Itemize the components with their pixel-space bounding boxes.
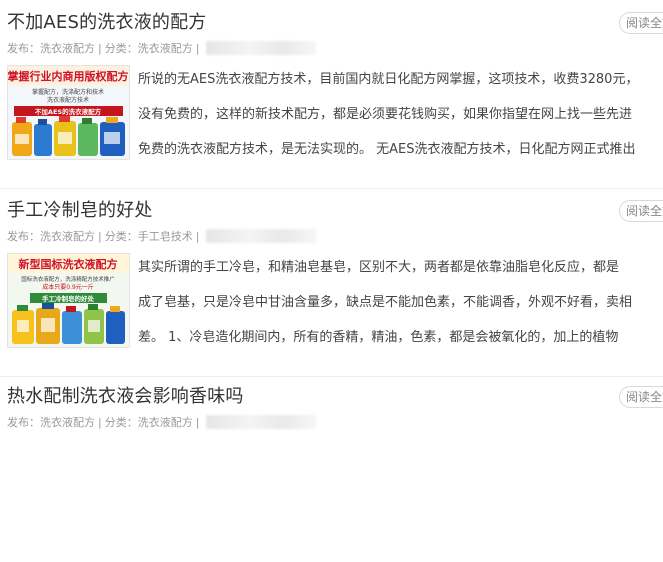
read-all-button[interactable]: 阅读全文 xyxy=(619,386,663,408)
article-excerpt: 所说的无AES洗衣液配方技术，目前国内就日化配方网掌握，这项技术，收费3280元… xyxy=(138,62,663,167)
article-thumbnail[interactable]: 掌握行业内商用版权配方 掌握配方，洗涤配方和技术 洗衣液配方技术 不加AES的洗… xyxy=(7,65,130,160)
excerpt-line: 所说的无AES洗衣液配方技术，目前国内就日化配方网掌握，这项技术，收费3280元… xyxy=(138,72,639,87)
category-link[interactable]: 分类：手工皂技术 xyxy=(105,228,193,244)
blurred-meta xyxy=(206,41,317,55)
detergent-bottles-icon xyxy=(12,116,125,156)
published-label: 发布：洗衣液配方 xyxy=(7,42,95,55)
article-item: 手工冷制皂的好处 阅读全文 发布：洗衣液配方 | 分类：手工皂技术 | 新型国标… xyxy=(0,188,663,377)
article-meta: 发布：洗衣液配方 | 分类：手工皂技术 | xyxy=(7,228,317,244)
article-title[interactable]: 手工冷制皂的好处 xyxy=(7,196,153,222)
thumb-headline: 掌握行业内商用版权配方 xyxy=(8,69,129,83)
article-meta: 发布：洗衣液配方 | 分类：洗衣液配方 | xyxy=(7,40,317,56)
article-thumbnail[interactable]: 新型国标洗衣液配方 国标洗衣液配方，洗涤精配方技术推广 成本只要0.9元一斤 手… xyxy=(7,253,130,348)
meta-separator: | xyxy=(195,229,200,243)
article-list: 不加AES的洗衣液的配方 阅读全文 发布：洗衣液配方 | 分类：洗衣液配方 | … xyxy=(0,0,663,429)
category-link[interactable]: 分类：洗衣液配方 xyxy=(105,40,193,56)
thumb-banner: 手工冷制皂的好处 xyxy=(42,294,95,303)
thumbnail-image: 掌握行业内商用版权配方 掌握配方，洗涤配方和技术 洗衣液配方技术 不加AES的洗… xyxy=(8,66,129,159)
thumb-banner: 不加AES的洗衣液配方 xyxy=(35,107,102,116)
article-excerpt: 其实所谓的手工冷皂，和精油皂基皂，区别不大，两者都是依靠油脂皂化反应，都是 成了… xyxy=(138,250,663,355)
thumb-headline: 新型国标洗衣液配方 xyxy=(19,257,118,271)
thumb-subline: 洗衣液配方技术 xyxy=(47,96,89,104)
article-title[interactable]: 热水配制洗衣液会影响香味吗 xyxy=(7,382,244,408)
thumbnail-image: 新型国标洗衣液配方 国标洗衣液配方，洗涤精配方技术推广 成本只要0.9元一斤 手… xyxy=(8,254,129,347)
meta-separator: | xyxy=(195,41,200,55)
article-item: 不加AES的洗衣液的配方 阅读全文 发布：洗衣液配方 | 分类：洗衣液配方 | … xyxy=(0,0,663,189)
excerpt-line: 免费的洗衣液配方技术，是无法实现的。 无AES洗衣液配方技术，日化配方网正式推出 xyxy=(138,142,636,157)
thumb-subline: 成本只要0.9元一斤 xyxy=(42,283,94,291)
excerpt-line: 其实所谓的手工冷皂，和精油皂基皂，区别不大，两者都是依靠油脂皂化反应，都是 xyxy=(138,260,620,275)
excerpt-line: 没有免费的，这样的新技术配方，都是必须要花钱购买，如果你指望在网上找一些先进 xyxy=(138,107,633,122)
thumb-subline: 掌握配方，洗涤配方和技术 xyxy=(32,88,104,96)
meta-separator: | xyxy=(98,41,102,55)
article-item: 热水配制洗衣液会影响香味吗 阅读全文 发布：洗衣液配方 | 分类：洗衣液配方 | xyxy=(0,374,663,562)
published-label: 发布：洗衣液配方 xyxy=(7,230,95,243)
article-meta: 发布：洗衣液配方 | 分类：洗衣液配方 | xyxy=(7,414,317,430)
article-title[interactable]: 不加AES的洗衣液的配方 xyxy=(7,8,207,34)
read-all-button[interactable]: 阅读全文 xyxy=(619,200,663,222)
blurred-meta xyxy=(206,229,317,243)
read-all-button[interactable]: 阅读全文 xyxy=(619,12,663,34)
thumb-subline: 国标洗衣液配方，洗涤精配方技术推广 xyxy=(21,275,115,283)
excerpt-line: 成了皂基，只是冷皂中甘油含量多，缺点是不能加色素，不能调香，外观不好看，卖相 xyxy=(138,295,633,310)
excerpt-line: 差。 1、冷皂造化期间内，所有的香精，精油，色素，都是会被氧化的，加上的植物 xyxy=(138,330,619,345)
meta-separator: | xyxy=(98,229,102,243)
category-link[interactable]: 分类：洗衣液配方 xyxy=(105,414,193,430)
published-label: 发布：洗衣液配方 xyxy=(7,416,95,429)
